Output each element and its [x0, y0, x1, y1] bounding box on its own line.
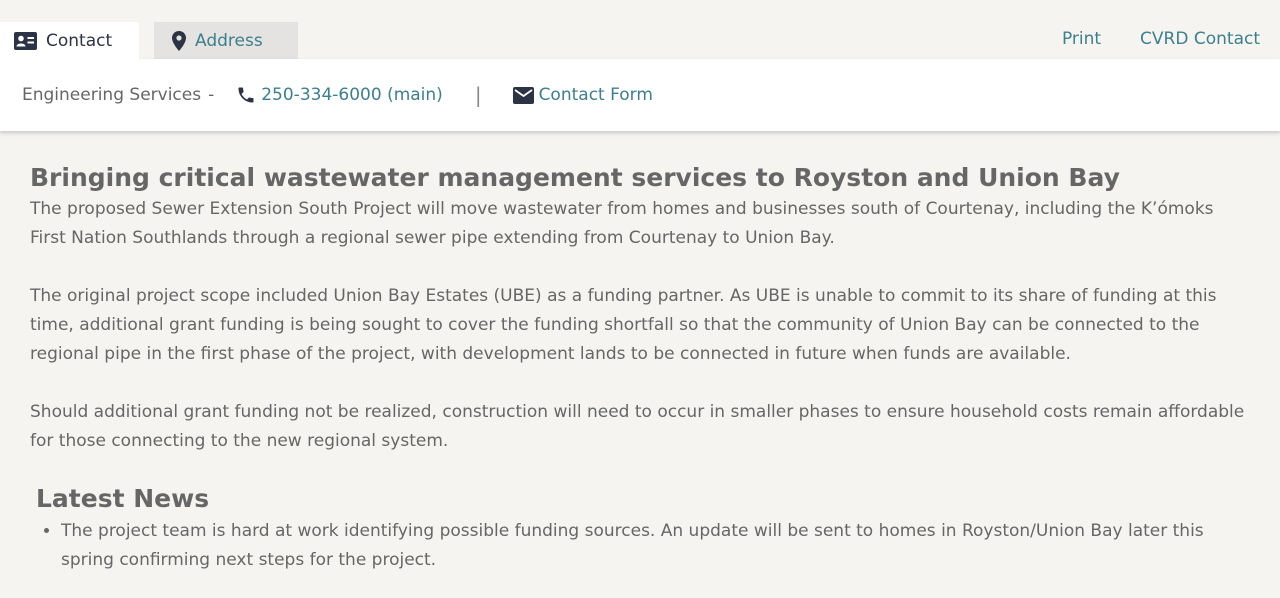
contact-panel: Engineering Services - 250-334-6000 (mai… — [0, 59, 1280, 131]
news-list: The project team is hard at work identif… — [30, 517, 1250, 575]
phone-icon — [236, 85, 256, 105]
intro-paragraph: The proposed Sewer Extension South Proje… — [30, 199, 1214, 248]
contact-form-link[interactable]: Contact Form — [512, 85, 653, 105]
scope-paragraph: The original project scope included Unio… — [30, 286, 1217, 364]
map-pin-icon — [172, 30, 186, 51]
phone-number: 250-334-6000 (main) — [261, 85, 443, 105]
cvrd-contact-link[interactable]: CVRD Contact — [1140, 29, 1260, 49]
main-content: Bringing critical wastewater management … — [0, 131, 1280, 575]
tab-contact-label: Contact — [46, 31, 113, 51]
latest-news-heading: Latest News — [36, 484, 210, 513]
page-title: Bringing critical wastewater management … — [30, 163, 1120, 192]
phone-link[interactable]: 250-334-6000 (main) — [236, 85, 443, 105]
separator-pipe: | — [474, 83, 482, 107]
tab-address[interactable]: Address — [154, 22, 298, 59]
department-label: Engineering Services — [22, 85, 202, 105]
tab-bar: Contact Address Print CVRD Contact — [0, 0, 1280, 60]
department-dash: - — [208, 85, 215, 105]
list-item: The project team is hard at work identif… — [61, 517, 1250, 575]
contact-form-label: Contact Form — [538, 85, 653, 105]
envelope-icon — [512, 86, 534, 104]
tab-address-label: Address — [195, 30, 263, 51]
contact-card-icon — [14, 32, 37, 50]
print-link[interactable]: Print — [1062, 29, 1101, 49]
phases-paragraph: Should additional grant funding not be r… — [30, 402, 1245, 451]
tab-contact[interactable]: Contact — [0, 22, 139, 60]
top-links: Print CVRD Contact — [1062, 29, 1260, 49]
